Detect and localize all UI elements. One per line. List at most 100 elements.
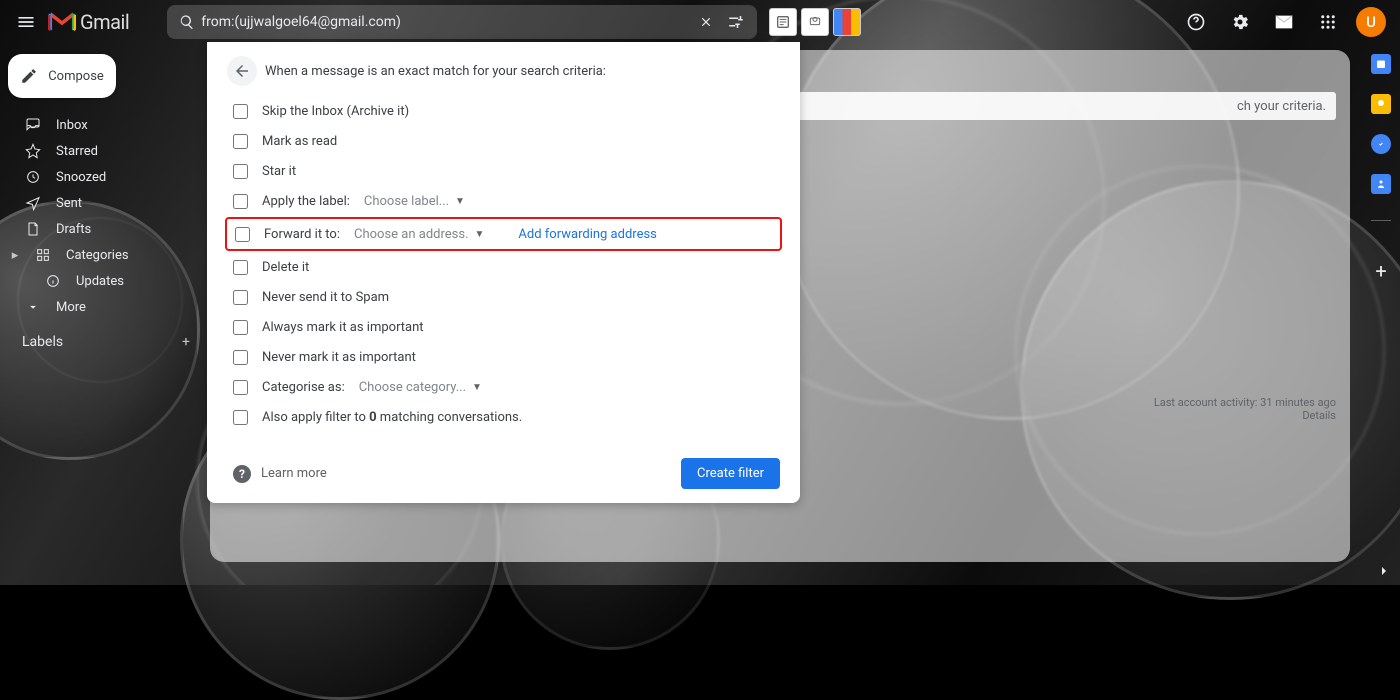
- select-category[interactable]: Choose category... ▼: [359, 380, 482, 395]
- sidebar-item-more[interactable]: More: [0, 294, 200, 320]
- caret-down-icon: ▼: [475, 229, 485, 240]
- option-apply-label[interactable]: Apply the label: Choose label... ▼: [227, 186, 780, 216]
- option-also-apply[interactable]: Also apply filter to 0 matching conversa…: [227, 402, 780, 432]
- sidebar-item-snoozed[interactable]: Snoozed: [0, 164, 200, 190]
- option-never-important[interactable]: Never mark it as important: [227, 342, 780, 372]
- option-categorise[interactable]: Categorise as: Choose category... ▼: [227, 372, 780, 402]
- label-also-apply: Also apply filter to 0 matching conversa…: [262, 410, 522, 425]
- nav-label: Snoozed: [56, 170, 106, 185]
- clear-search-icon[interactable]: [691, 15, 721, 29]
- option-star[interactable]: Star it: [227, 156, 780, 186]
- calendar-icon[interactable]: [1371, 54, 1391, 74]
- checkbox-always-important[interactable]: [233, 320, 248, 335]
- search-bar[interactable]: [167, 5, 757, 39]
- compose-button[interactable]: Compose: [8, 54, 116, 98]
- draft-icon: [24, 221, 42, 237]
- select-label[interactable]: Choose label... ▼: [364, 194, 465, 209]
- caret-down-icon: ▼: [472, 382, 482, 393]
- add-addon-button[interactable]: +: [1375, 259, 1386, 283]
- checkbox-apply-label[interactable]: [233, 194, 248, 209]
- create-filter-panel: When a message is an exact match for you…: [207, 42, 800, 503]
- label-forward: Forward it to:: [264, 227, 340, 242]
- select-forward-address[interactable]: Choose an address. ▼: [354, 227, 484, 242]
- forward-highlight-box: Forward it to: Choose an address. ▼ Add …: [225, 217, 782, 251]
- label-never-spam: Never send it to Spam: [262, 290, 389, 305]
- checkbox-skip-inbox[interactable]: [233, 104, 248, 119]
- caret-down-icon: ▼: [455, 196, 465, 207]
- help-icon[interactable]: ?: [233, 465, 251, 483]
- sidebar-item-starred[interactable]: Starred: [0, 138, 200, 164]
- inbox-icon: [24, 117, 42, 133]
- extension-icon-1[interactable]: [769, 8, 797, 36]
- back-button[interactable]: [227, 56, 257, 86]
- sidebar-item-updates[interactable]: Updates: [0, 268, 200, 294]
- match-count: 0: [369, 410, 376, 425]
- nav-label: Categories: [66, 248, 129, 263]
- account-avatar[interactable]: U: [1356, 7, 1386, 37]
- checkbox-also-apply[interactable]: [233, 410, 248, 425]
- option-mark-read[interactable]: Mark as read: [227, 126, 780, 156]
- nav-label: Updates: [76, 274, 124, 289]
- info-icon: [44, 273, 62, 289]
- footer-details[interactable]: Details: [1154, 409, 1336, 422]
- support-icon[interactable]: [1180, 6, 1212, 38]
- nav-label: Starred: [56, 144, 98, 159]
- label-skip-inbox: Skip the Inbox (Archive it): [262, 104, 409, 119]
- extension-icon-3[interactable]: [833, 8, 861, 36]
- checkbox-categorise[interactable]: [233, 380, 248, 395]
- checkbox-never-important[interactable]: [233, 350, 248, 365]
- option-never-spam[interactable]: Never send it to Spam: [227, 282, 780, 312]
- nav-label: More: [56, 300, 86, 315]
- expand-caret-icon: ▸: [10, 248, 20, 263]
- select-category-value: Choose category...: [359, 380, 466, 395]
- add-label-button[interactable]: +: [182, 334, 190, 350]
- sidebar-item-inbox[interactable]: Inbox: [0, 112, 200, 138]
- label-star: Star it: [262, 164, 296, 179]
- sidebar-item-categories[interactable]: ▸ Categories: [0, 242, 200, 268]
- label-apply-label: Apply the label:: [262, 194, 350, 209]
- send-icon: [24, 195, 42, 211]
- checkbox-delete[interactable]: [233, 260, 248, 275]
- create-filter-button[interactable]: Create filter: [681, 458, 780, 489]
- hide-side-panel-icon[interactable]: [1376, 563, 1392, 579]
- main-menu-button[interactable]: [6, 2, 46, 42]
- option-skip-inbox[interactable]: Skip the Inbox (Archive it): [227, 96, 780, 126]
- option-forward[interactable]: Forward it to: Choose an address. ▼ Add …: [229, 219, 778, 249]
- compose-label: Compose: [48, 69, 104, 84]
- option-delete[interactable]: Delete it: [227, 252, 780, 282]
- nav-label: Inbox: [56, 118, 88, 133]
- label-always-important: Always mark it as important: [262, 320, 424, 335]
- search-icon[interactable]: [173, 14, 201, 30]
- label-mark-read: Mark as read: [262, 134, 337, 149]
- checkbox-never-spam[interactable]: [233, 290, 248, 305]
- mail-icon[interactable]: [1268, 6, 1300, 38]
- nav-label: Sent: [56, 196, 82, 211]
- option-always-important[interactable]: Always mark it as important: [227, 312, 780, 342]
- extension-icon-2[interactable]: [801, 8, 829, 36]
- chevron-down-icon: [24, 300, 42, 314]
- search-options-icon[interactable]: [721, 13, 751, 31]
- criteria-tail-text: ch your criteria.: [1237, 99, 1326, 114]
- categories-icon: [34, 247, 52, 263]
- add-forwarding-address-link[interactable]: Add forwarding address: [518, 227, 656, 242]
- keep-icon[interactable]: [1371, 94, 1391, 114]
- app-name: Gmail: [80, 10, 129, 34]
- gmail-logo[interactable]: Gmail: [48, 10, 129, 34]
- apps-icon[interactable]: [1312, 6, 1344, 38]
- label-categorise: Categorise as:: [262, 380, 345, 395]
- settings-icon[interactable]: [1224, 6, 1256, 38]
- tasks-icon[interactable]: [1371, 134, 1391, 154]
- checkbox-forward[interactable]: [235, 227, 250, 242]
- footer-activity: Last account activity: 31 minutes ago: [1154, 396, 1336, 409]
- checkbox-mark-read[interactable]: [233, 134, 248, 149]
- label-never-important: Never mark it as important: [262, 350, 416, 365]
- checkbox-star[interactable]: [233, 164, 248, 179]
- search-input[interactable]: [201, 14, 691, 30]
- star-icon: [24, 143, 42, 159]
- sidebar-item-sent[interactable]: Sent: [0, 190, 200, 216]
- contacts-icon[interactable]: [1371, 174, 1391, 194]
- learn-more-link[interactable]: Learn more: [261, 466, 327, 481]
- nav-label: Drafts: [56, 222, 91, 237]
- sidebar-item-drafts[interactable]: Drafts: [0, 216, 200, 242]
- clock-icon: [24, 169, 42, 185]
